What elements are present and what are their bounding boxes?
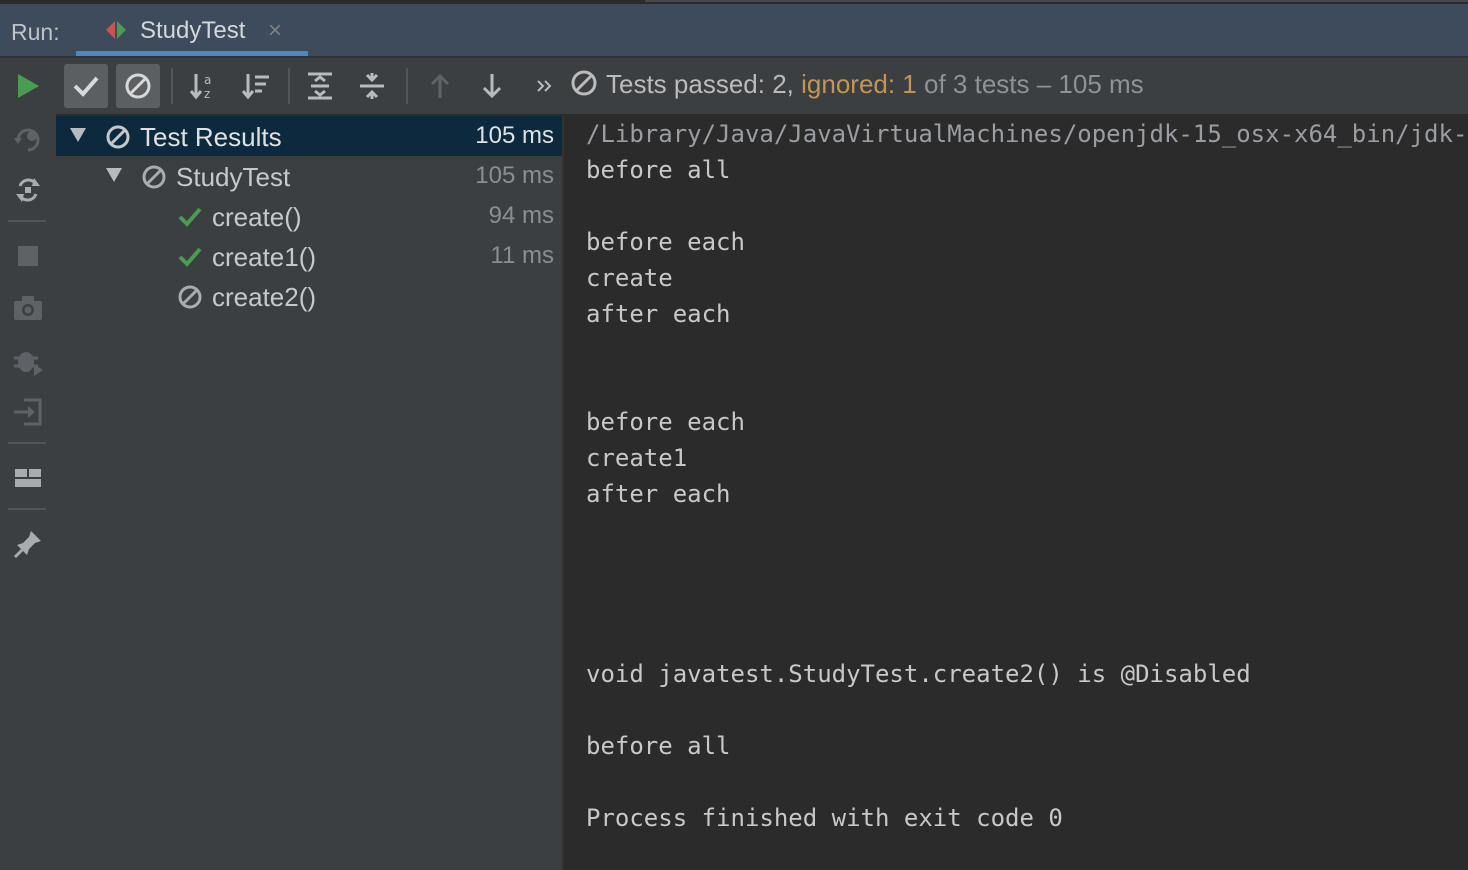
- collapse-all-button[interactable]: [350, 64, 394, 108]
- expand-arrow-icon[interactable]: [106, 168, 122, 182]
- console-line: create1: [586, 444, 688, 472]
- prev-failed-button[interactable]: [418, 64, 462, 108]
- tree-node-duration: 105 ms: [475, 122, 554, 149]
- tree-node-duration: 11 ms: [490, 242, 554, 269]
- ignored-icon: [125, 73, 151, 99]
- tree-node-create[interactable]: create() 94 ms: [56, 196, 562, 236]
- layout-icon[interactable]: [8, 458, 48, 498]
- tree-node-test-results[interactable]: Test Results 105 ms: [56, 116, 562, 156]
- divider: [8, 508, 46, 510]
- tree-node-label: StudyTest: [176, 162, 291, 192]
- tree-node-label: Test Results: [140, 122, 282, 152]
- tree-node-create1[interactable]: create1() 11 ms: [56, 236, 562, 276]
- tree-node-duration: 94 ms: [488, 202, 554, 229]
- ignored-icon: [178, 285, 202, 309]
- status-total-text: of 3 tests – 105 ms: [924, 69, 1144, 99]
- tab-studytest[interactable]: StudyTest ×: [76, 4, 308, 56]
- tab-label: StudyTest: [140, 17, 246, 44]
- console-line: before each: [586, 408, 745, 436]
- svg-text:a: a: [204, 73, 211, 87]
- svg-text:z: z: [204, 87, 210, 101]
- export-icon[interactable]: [8, 392, 48, 432]
- console-line: /Library/Java/JavaVirtualMachines/openjd…: [586, 120, 1468, 148]
- status-ignored-text: ignored: 1: [801, 69, 917, 99]
- test-results-tree: Test Results 105 ms StudyTest 105 ms cre…: [56, 116, 564, 870]
- auto-rerun-icon[interactable]: [8, 170, 48, 210]
- left-toolstrip: [0, 58, 57, 870]
- bug-icon[interactable]: [8, 340, 48, 380]
- show-passed-toggle[interactable]: [64, 64, 108, 108]
- divider: [8, 442, 46, 444]
- console-output[interactable]: /Library/Java/JavaVirtualMachines/openjd…: [564, 116, 1468, 870]
- check-icon: [73, 76, 99, 97]
- arrow-up-icon: [430, 73, 450, 98]
- divider: [171, 68, 173, 104]
- stop-icon[interactable]: [8, 236, 48, 276]
- more-button[interactable]: [522, 64, 566, 108]
- console-line: create: [586, 264, 673, 292]
- more-icon: [537, 80, 552, 92]
- rerun-failed-icon[interactable]: [8, 118, 48, 158]
- tree-node-label: create2(): [212, 282, 317, 312]
- expand-arrow-icon[interactable]: [70, 128, 86, 142]
- tree-node-label: create(): [212, 202, 302, 232]
- console-line: void javatest.StudyTest.create2() is @Di…: [586, 660, 1251, 688]
- run-label: Run:: [11, 19, 60, 45]
- divider: [406, 68, 408, 104]
- show-ignored-toggle[interactable]: [116, 64, 160, 108]
- tree-node-create2[interactable]: create2(): [56, 276, 562, 316]
- passed-check-icon: [178, 247, 202, 267]
- tree-node-label: create1(): [212, 242, 317, 272]
- tree-node-studytest[interactable]: StudyTest 105 ms: [56, 156, 562, 196]
- ignored-icon: [142, 165, 166, 189]
- collapse-all-icon: [360, 73, 384, 99]
- sort-alpha-button[interactable]: az: [182, 64, 226, 108]
- console-line: before all: [586, 732, 731, 760]
- passed-check-icon: [178, 207, 202, 227]
- console-line: before each: [586, 228, 745, 256]
- play-icon[interactable]: [8, 66, 48, 106]
- console-line: after each: [586, 300, 731, 328]
- sort-duration-icon: [241, 74, 269, 100]
- arrow-down-icon: [482, 74, 502, 99]
- pin-icon[interactable]: [8, 524, 48, 564]
- divider: [8, 220, 46, 222]
- sort-alpha-icon: az: [189, 73, 211, 101]
- ignored-icon: [571, 70, 597, 96]
- expand-all-icon: [308, 72, 332, 100]
- close-icon[interactable]: ×: [268, 17, 282, 45]
- sort-duration-button[interactable]: [234, 64, 278, 108]
- test-status-summary: Tests passed: 2, ignored: 1 of 3 tests –…: [570, 69, 1144, 100]
- expand-all-button[interactable]: [298, 64, 342, 108]
- camera-icon[interactable]: [8, 288, 48, 328]
- next-failed-button[interactable]: [470, 64, 514, 108]
- test-runner-toolbar: az Tests passed: 2, ignored: 1 of 3 test…: [56, 58, 1468, 114]
- run-tab-bar: Run: StudyTest ×: [0, 4, 1468, 56]
- tree-node-duration: 105 ms: [475, 162, 554, 189]
- console-line: before all: [586, 156, 731, 184]
- junit-run-icon: [106, 21, 126, 39]
- status-passed-text: Tests passed: 2,: [606, 69, 794, 99]
- console-line: Process finished with exit code 0: [586, 804, 1063, 832]
- console-line: after each: [586, 480, 731, 508]
- ignored-icon: [106, 125, 130, 149]
- divider: [288, 68, 290, 104]
